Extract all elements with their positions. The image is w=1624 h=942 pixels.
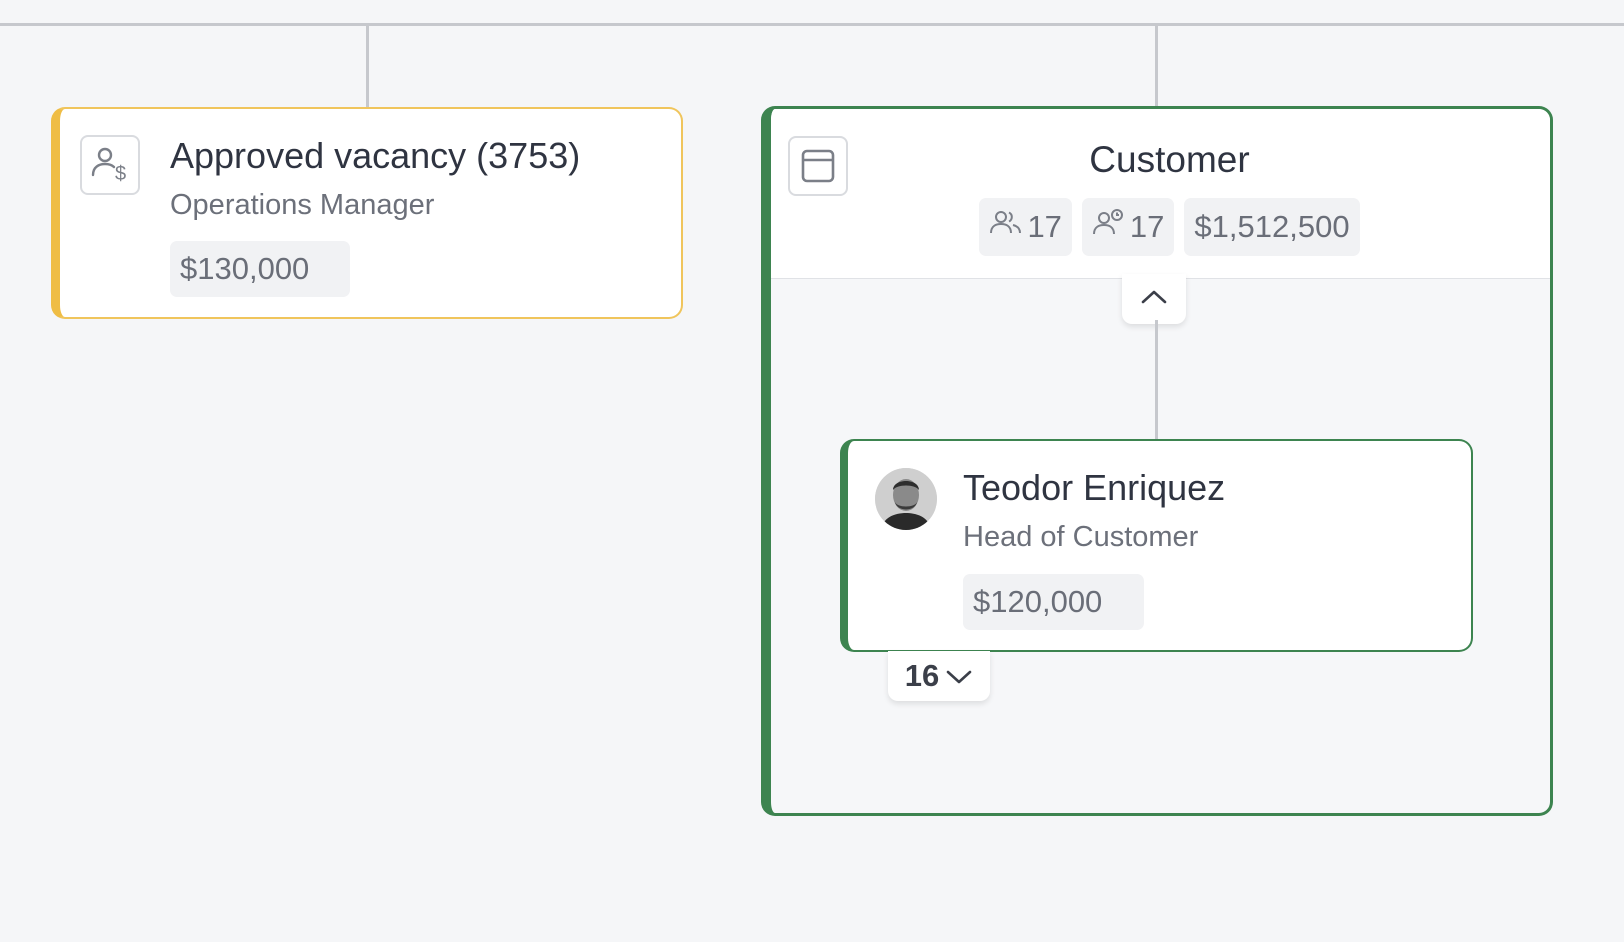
org-chart-canvas: $ Approved vacancy (3753) Operations Man…	[0, 0, 1624, 942]
reports-count: 16	[904, 658, 940, 693]
connector-to-employee	[1155, 320, 1158, 440]
headcount-stat: 17	[979, 198, 1072, 256]
avatar	[875, 468, 937, 530]
headcount-value: 17	[1027, 209, 1062, 244]
chevron-down-icon	[945, 658, 973, 694]
vacancy-card[interactable]: $ Approved vacancy (3753) Operations Man…	[51, 107, 683, 319]
svg-text:$: $	[115, 163, 126, 185]
department-stats: 17 17 $1,512,500	[771, 198, 1550, 256]
employee-salary-badge: $120,000	[963, 574, 1144, 630]
connector-to-vacancy	[366, 26, 369, 108]
people-icon	[989, 208, 1023, 246]
employee-name: Teodor Enriquez	[963, 467, 1226, 508]
vacancy-title: Approved vacancy (3753)	[170, 135, 581, 176]
employee-card[interactable]: Teodor Enriquez Head of Customer $120,00…	[840, 439, 1473, 652]
department-header[interactable]: Customer 17 17 $1,512,500	[771, 109, 1550, 279]
filled-stat: 17	[1081, 198, 1175, 256]
department-name: Customer	[1089, 139, 1250, 180]
chevron-up-icon	[1140, 288, 1168, 311]
person-dollar-icon: $	[80, 135, 140, 195]
vacancy-salary-badge: $130,000	[170, 241, 350, 297]
person-clock-icon	[1092, 208, 1126, 246]
budget-stat: $1,512,500	[1184, 198, 1360, 256]
collapse-department-button[interactable]	[1122, 274, 1186, 324]
budget-value: $1,512,500	[1194, 209, 1350, 244]
connector-to-department	[1155, 26, 1158, 108]
filled-value: 17	[1129, 209, 1165, 244]
connector-top-rail	[0, 23, 1624, 26]
expand-reports-button[interactable]: 16	[888, 651, 990, 701]
vacancy-position: Operations Manager	[170, 189, 435, 221]
employee-role: Head of Customer	[963, 521, 1199, 553]
